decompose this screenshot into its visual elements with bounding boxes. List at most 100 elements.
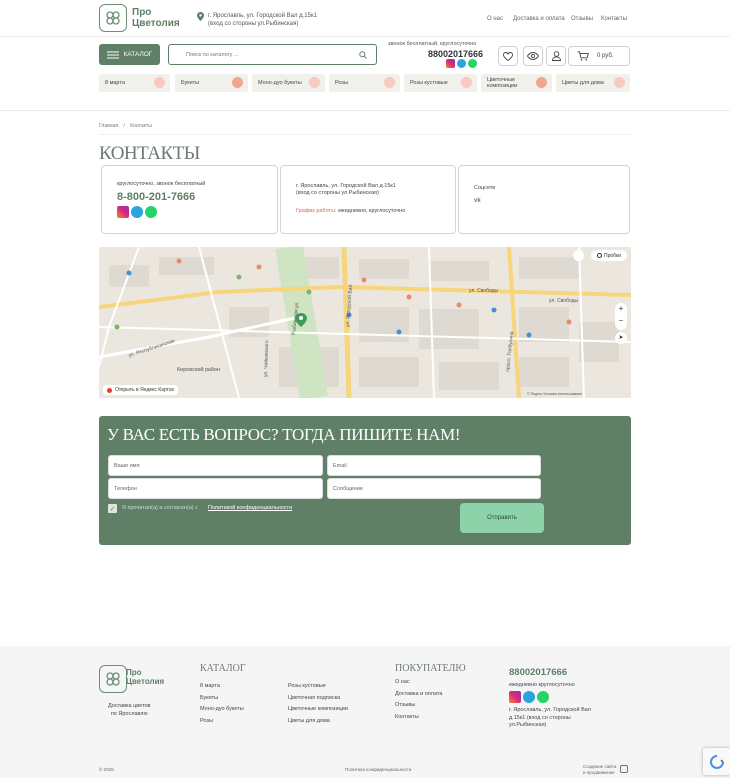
footer-link[interactable]: 8 марта (200, 681, 244, 693)
heart-icon (503, 51, 513, 61)
logo-icon[interactable] (99, 4, 127, 32)
nav-reviews[interactable]: Отзывы (571, 16, 593, 22)
viewed-button[interactable] (523, 46, 543, 66)
agree-checkbox[interactable]: ✓ (108, 504, 117, 513)
message-input[interactable]: Сообщение (327, 478, 541, 499)
footer-link[interactable]: О нас (395, 677, 442, 689)
contact-card-address: г. Ярославль, ул. Городской Вал д.15к1 (… (280, 165, 456, 234)
footer-link[interactable]: Букеты (200, 693, 244, 705)
instagram-icon[interactable] (117, 206, 129, 218)
divider (99, 134, 631, 135)
telegram-icon[interactable] (523, 691, 535, 703)
footer-link[interactable]: Отзывы (395, 700, 442, 712)
footer-socials (509, 691, 549, 703)
bouquet-icon (232, 77, 243, 88)
footer-link[interactable]: Доставка и оплата (395, 689, 442, 701)
user-icon (551, 51, 561, 61)
map-street-label: ул. Чайковского (262, 340, 270, 377)
footer-link[interactable]: Розы кустовые (288, 681, 348, 693)
potted-plant-icon (614, 77, 625, 88)
category-spray-roses[interactable]: Розы кустовые (404, 74, 477, 92)
header-address: г. Ярославль, ул. Городской Вал д.15к1 (… (208, 13, 317, 27)
footer-link[interactable]: Моно-дуо букеты (200, 704, 244, 716)
flower-icon (154, 77, 165, 88)
category-roses[interactable]: Розы (329, 74, 400, 92)
breadcrumb: Главная / Контакты (99, 123, 152, 129)
footer-logo-icon[interactable] (99, 665, 127, 693)
footer-link[interactable]: Цветочные композиции (288, 704, 348, 716)
instagram-icon[interactable] (446, 59, 455, 68)
favorites-button[interactable] (498, 46, 518, 66)
footer-privacy-link[interactable]: Политика конфиденциальности (345, 767, 411, 772)
header-phone[interactable]: 88002017666 (428, 49, 483, 59)
instagram-icon[interactable] (509, 691, 521, 703)
footer-catalog-col1: 8 марта Букеты Моно-дуо букеты Розы (200, 681, 244, 727)
eye-icon (527, 52, 539, 60)
category-mono-duo[interactable]: Моно-дуо букеты (252, 74, 325, 92)
privacy-policy-link[interactable]: Политикой конфиденциальности (208, 505, 292, 511)
whatsapp-icon[interactable] (537, 691, 549, 703)
cart-button[interactable]: 0 руб. (568, 46, 630, 66)
footer-link[interactable]: Цветы для дома (288, 716, 348, 728)
category-bouquets[interactable]: Букеты (175, 74, 248, 92)
name-input[interactable]: Ваше имя (108, 455, 323, 476)
map-street-label: ул. Свободы (549, 298, 579, 304)
map-district-label: Кировский район (177, 366, 220, 373)
submit-button[interactable]: Отправить (460, 503, 544, 533)
footer-buyers-links: О нас Доставка и оплата Отзывы Контакты (395, 677, 442, 723)
zoom-out-button[interactable]: − (615, 315, 627, 327)
footer-phone[interactable]: 88002017666 (509, 667, 567, 678)
breadcrumb-home[interactable]: Главная (99, 123, 118, 129)
agree-text: Я прочитал(а) и согласен(а) с (122, 505, 198, 511)
category-compositions[interactable]: Цветочные композиции (481, 74, 552, 92)
developer-logo-icon (620, 765, 628, 773)
footer-link[interactable]: Контакты (395, 712, 442, 724)
category-home-flowers[interactable]: Цветы для дома (556, 74, 630, 92)
footer-logo-text[interactable]: Про Цветолия (126, 668, 164, 686)
vk-icon[interactable]: vk (474, 198, 481, 204)
contact-phone[interactable]: 8-800-201-7666 (117, 191, 195, 203)
map[interactable]: ул. Свободы ул. Свободы ул. Городской Ва… (99, 247, 631, 398)
whatsapp-icon[interactable] (468, 59, 477, 68)
zoom-in-button[interactable]: + (615, 303, 627, 315)
nav-contacts[interactable]: Контакты (601, 16, 627, 22)
recaptcha-icon (709, 754, 724, 769)
email-input[interactable]: Email (327, 455, 541, 476)
contact-socials (117, 206, 157, 218)
breadcrumb-current: Контакты (130, 123, 152, 129)
yandex-pin-icon (107, 387, 112, 393)
footer-link[interactable]: Розы (200, 716, 244, 728)
phone-note: звонок бесплатный, круглосуточно (388, 41, 477, 47)
traffic-button[interactable]: Пробки (591, 250, 627, 261)
phone-input[interactable]: Телефон (108, 478, 323, 499)
ruler-icon[interactable] (573, 250, 584, 261)
telegram-icon[interactable] (131, 206, 143, 218)
geolocation-icon[interactable]: ➤ (615, 332, 627, 344)
nav-delivery[interactable]: Доставка и оплата (513, 16, 565, 22)
category-march8[interactable]: 8 марта (99, 74, 170, 92)
contact-card-socials: Соцсети vk (458, 165, 630, 234)
recaptcha-badge[interactable] (703, 748, 730, 775)
page-title: КОНТАКТЫ (99, 143, 200, 164)
form-title: У ВАС ЕСТЬ ВОПРОС? ТОГДА ПИШИТЕ НАМ! (107, 425, 461, 444)
map-attribution[interactable]: © Яндекс Условия использования (527, 392, 582, 396)
catalog-button[interactable]: КАТАЛОГ (99, 44, 160, 65)
footer-address: г. Ярославль, ул. Городской Вал д.15к1 (… (509, 707, 592, 728)
footer-link[interactable]: Цветочная подписка (288, 693, 348, 705)
contact-card-phone: круглосуточно, звонок бесплатный 8-800-2… (101, 165, 278, 234)
flower-icon (309, 77, 320, 88)
header-divider (0, 36, 730, 37)
map-canvas: ул. Свободы ул. Свободы ул. Городской Ва… (99, 247, 631, 398)
header-socials (446, 59, 477, 68)
developer-credit[interactable]: Создание сайта и продвижение (583, 764, 616, 775)
open-yandex-maps-link[interactable]: Открыть в Яндекс Картах (103, 385, 179, 395)
footer-catalog-col2: Розы кустовые Цветочная подписка Цветочн… (288, 681, 348, 727)
search-input[interactable]: Поиск по каталогу ... (168, 44, 377, 65)
search-icon[interactable] (359, 51, 367, 59)
logo-text[interactable]: Про Цветолия (132, 7, 180, 29)
zoom-controls: + − (615, 303, 627, 330)
account-button[interactable] (546, 46, 566, 66)
nav-about[interactable]: О нас (487, 16, 503, 22)
whatsapp-icon[interactable] (145, 206, 157, 218)
telegram-icon[interactable] (457, 59, 466, 68)
